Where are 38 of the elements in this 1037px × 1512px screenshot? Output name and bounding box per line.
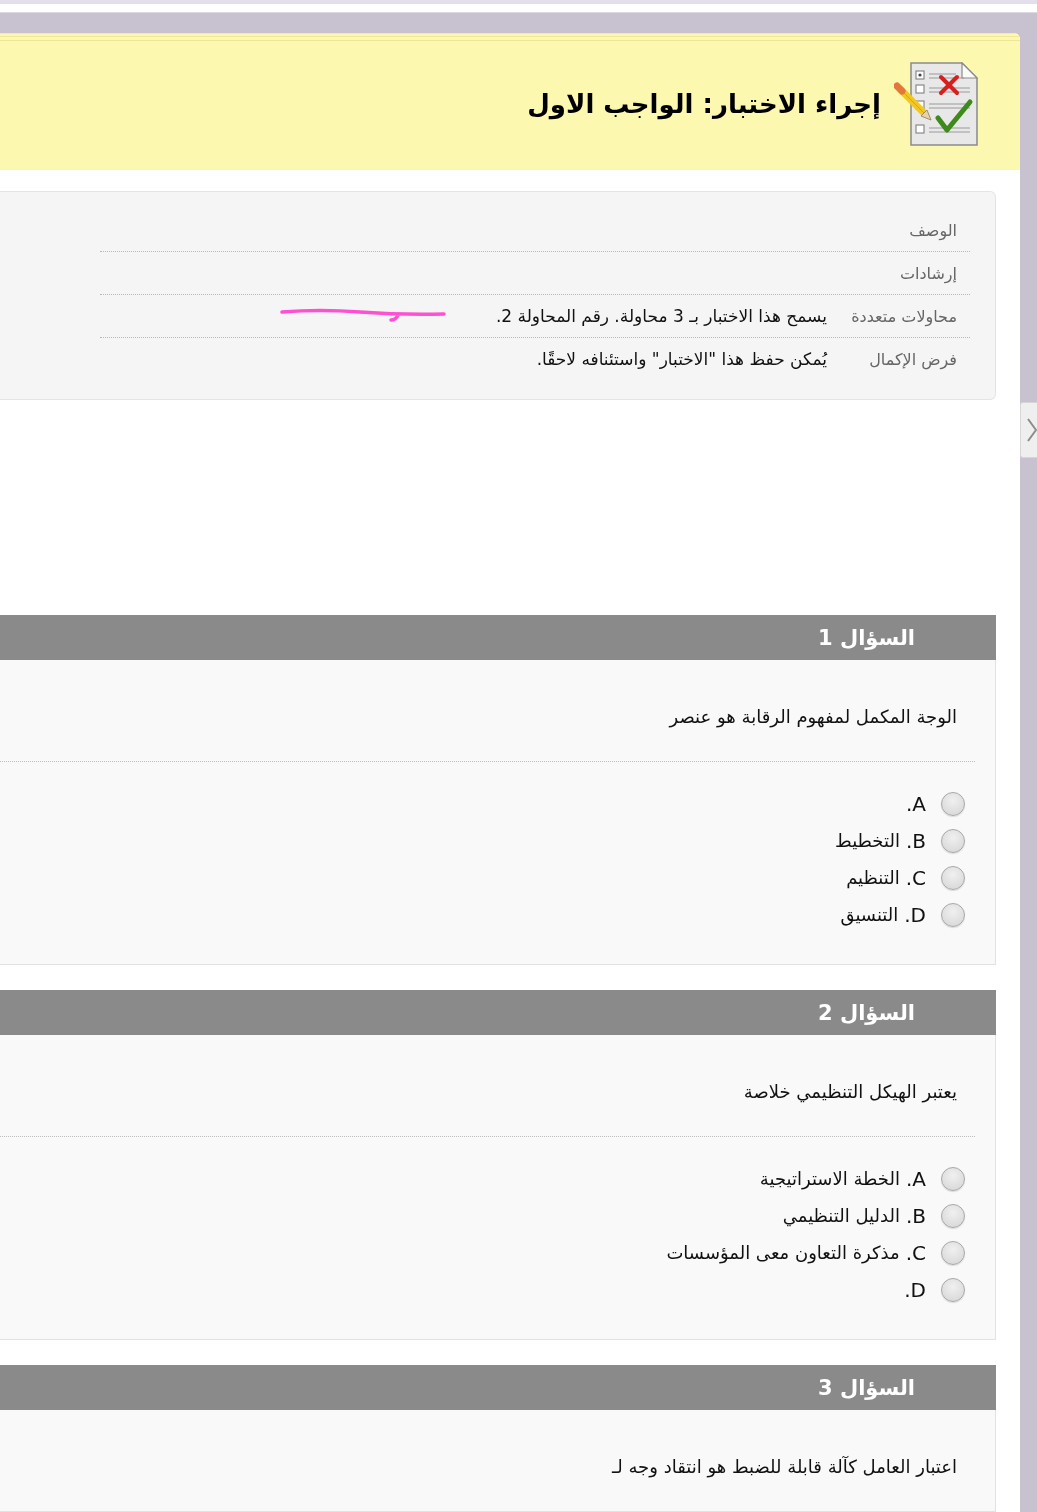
option-text: التنسيق xyxy=(840,904,899,925)
option-letter: D. xyxy=(904,1277,926,1302)
question-number: السؤال 2 xyxy=(818,1000,915,1025)
detail-label: فرض الإكمال xyxy=(868,349,957,369)
collapse-tab[interactable] xyxy=(1020,402,1037,458)
detail-label: الوصف xyxy=(908,220,957,240)
option-letter: D. xyxy=(904,902,926,927)
option-letter: B. xyxy=(905,828,926,853)
option-letter: C. xyxy=(905,1240,926,1265)
option-text: الدليل التنظيمي xyxy=(782,1205,900,1226)
radio-button[interactable] xyxy=(941,1277,965,1302)
option-letter: C. xyxy=(905,865,926,890)
test-sheet-icon xyxy=(894,61,978,146)
option-text: التنظيم xyxy=(846,867,900,888)
detail-label: محاولات متعددة xyxy=(850,306,957,326)
chevron-right-icon xyxy=(1027,418,1037,442)
radio-button[interactable] xyxy=(941,902,965,927)
radio-button[interactable] xyxy=(941,865,965,890)
radio-button[interactable] xyxy=(941,1203,965,1228)
radio-button[interactable] xyxy=(941,1240,965,1265)
page-title: إجراء الاختبار: الواجب الاول xyxy=(527,88,881,119)
option-text: مذكرة التعاون معى المؤسسات xyxy=(666,1242,900,1263)
option-text: التخطيط xyxy=(835,830,900,851)
question-number: السؤال 1 xyxy=(818,625,915,650)
detail-value: يسمح هذا الاختبار بـ 3 محاولة. رقم المحاولة 2. xyxy=(495,306,827,326)
question-text: يعتبر الهيكل التنظيمي خلاصة xyxy=(742,1080,958,1105)
radio-button[interactable] xyxy=(941,828,965,853)
option-letter: A. xyxy=(905,1166,926,1191)
radio-button[interactable] xyxy=(941,1166,965,1191)
question-number: السؤال 3 xyxy=(818,1375,915,1400)
radio-button[interactable] xyxy=(941,791,965,816)
question-text: الوجة المكمل لمفهوم الرقابة هو عنصر xyxy=(667,705,958,730)
detail-value: يُمكن حفظ هذا "الاختبار" واستئنافه لاحقًا. xyxy=(536,349,827,369)
option-letter: B. xyxy=(905,1203,926,1228)
detail-label: إرشادات xyxy=(898,263,957,283)
option-letter: A. xyxy=(905,791,926,816)
question-text: اعتبار العامل كآلة قابلة للضبط هو انتقاد وجه لـ xyxy=(610,1455,958,1480)
option-text: الخطة الاستراتيجية xyxy=(759,1168,900,1189)
